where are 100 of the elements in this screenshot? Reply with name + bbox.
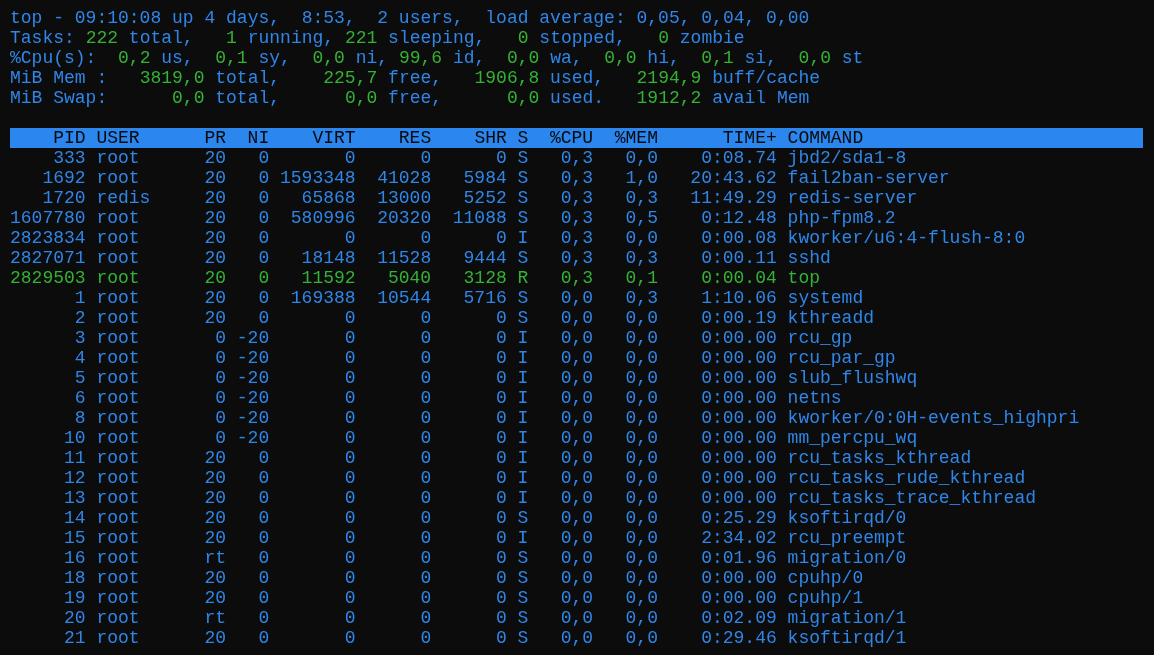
table-cell-text: root [96, 248, 141, 268]
table-cell-text: 0,0 [559, 428, 594, 448]
table-cell-text: 0,0 [559, 468, 594, 488]
table-cell-text: 20 [203, 288, 226, 308]
table-cell-text: 0 [257, 448, 270, 468]
table-cell-text: 0,0 [559, 608, 594, 628]
table-cell-text: 0 [494, 328, 507, 348]
table-cell-text: 18148 [300, 248, 356, 268]
table-cell-text: 0 [419, 568, 432, 588]
table-cell-text: kthreadd [787, 308, 875, 328]
table-cell-text: netns [787, 388, 843, 408]
summary-value: 0,0 [506, 88, 540, 108]
table-cell-text: 0,3 [624, 288, 658, 308]
summary-text: Tasks: [10, 28, 76, 48]
table-cell-text: 0 [343, 388, 356, 408]
table-cell-text: migration/0 [787, 548, 908, 568]
table-cell-text: 0 [494, 388, 507, 408]
table-cell-text: 0 [343, 448, 356, 468]
summary-value: 0,0 [344, 88, 378, 108]
table-cell-text: 0 [343, 348, 356, 368]
table-cell-text: 0 [343, 528, 356, 548]
table-cell-text: root [96, 468, 141, 488]
table-cell-text: 21 [63, 628, 86, 648]
column-header[interactable]: TIME+ [668, 128, 777, 148]
table-cell-text: 0 [257, 188, 270, 208]
table-cell-text: 20 [203, 448, 226, 468]
table-cell-text: root [96, 568, 141, 588]
table-cell-text: 0,3 [559, 188, 594, 208]
table-cell-text: cpuhp/1 [787, 588, 865, 608]
table-cell: I [517, 348, 529, 368]
column-header[interactable]: %MEM [603, 128, 658, 148]
table-cell-text: 0,5 [624, 208, 658, 228]
table-cell-text: 0 [419, 468, 432, 488]
table-cell-text: 0 [257, 568, 270, 588]
table-cell-text: 0:00.04 [700, 268, 777, 288]
table-cell-text: 20 [203, 308, 226, 328]
table-cell-text: 11:49.29 [689, 188, 777, 208]
table-cell-text: migration/1 [787, 608, 908, 628]
table-cell-text: 0,0 [624, 528, 658, 548]
table-cell-text: 0 [343, 508, 356, 528]
table-cell-text: redis-server [787, 188, 919, 208]
table-cell-text: 169388 [289, 288, 356, 308]
table-cell: I [517, 448, 529, 468]
column-header[interactable]: COMMAND [787, 128, 1143, 148]
summary-text: hi, [646, 48, 681, 68]
column-header[interactable]: S [517, 128, 529, 148]
table-cell-text: 0 [494, 308, 507, 328]
column-header[interactable]: USER [96, 128, 183, 148]
table-cell-text: 1:10.06 [700, 288, 777, 308]
table-cell-text: 0:00.00 [700, 368, 777, 388]
table-cell-text: 0:12.48 [700, 208, 777, 228]
table-cell-text: 0 [419, 608, 432, 628]
column-header[interactable]: VIRT [280, 128, 356, 148]
table-cell-text: 20 [203, 248, 226, 268]
table-cell-text: 5040 [386, 268, 432, 288]
table-cell-text: 0 [257, 228, 270, 248]
table-cell-text: 0 [419, 348, 432, 368]
table-cell-text: 0,0 [559, 348, 594, 368]
table-cell-text: 0 [419, 408, 432, 428]
table-cell-text: 0 [214, 408, 226, 428]
table-cell-text: 0,0 [624, 468, 658, 488]
table-cell-text: 0 [494, 408, 507, 428]
table-cell-text: 0:00.00 [700, 348, 777, 368]
table-cell-text: 0:00.00 [700, 588, 777, 608]
table-cell-text: 41028 [376, 168, 432, 188]
table-cell-text: 0,0 [624, 148, 658, 168]
table-cell-text: 9444 [462, 248, 507, 268]
table-cell-text: root [96, 228, 141, 248]
table-cell-text: 0,3 [559, 248, 594, 268]
table-cell-text: 20 [203, 588, 226, 608]
table-cell-text: 0 [419, 548, 432, 568]
table-cell-text: root [96, 348, 141, 368]
summary-text: id, [451, 48, 487, 68]
table-cell-text: 0 [419, 228, 432, 248]
summary-value: 3819,0 [139, 68, 205, 88]
column-header[interactable]: PR [193, 128, 226, 148]
summary-value: 0 [517, 28, 529, 48]
table-cell-text: 12 [63, 468, 86, 488]
column-header[interactable]: RES [366, 128, 432, 148]
column-header[interactable]: %CPU [539, 128, 594, 148]
table-cell: 1607780 [10, 208, 86, 228]
table-cell-text: 0,0 [624, 448, 658, 468]
table-cell: S [517, 148, 529, 168]
column-header[interactable]: SHR [442, 128, 507, 148]
column-header[interactable]: NI [236, 128, 270, 148]
table-cell-text: 10544 [376, 288, 432, 308]
table-cell-text: 0 [214, 368, 226, 388]
table-cell-text: 0 [494, 148, 507, 168]
table-cell-text: 0 [419, 148, 432, 168]
table-cell: -20 [236, 368, 270, 388]
table-cell-text: 20 [203, 228, 226, 248]
column-header[interactable]: PID [10, 128, 86, 148]
table-cell: I [517, 468, 529, 488]
table-cell-text: rcu_gp [787, 328, 854, 348]
table-cell-text: 0 [494, 348, 507, 368]
summary-text: used. [549, 88, 606, 108]
table-cell-text: 0 [419, 388, 432, 408]
table-cell-text: 0,3 [624, 188, 658, 208]
table-cell-text: 0 [419, 308, 432, 328]
table-cell: I [517, 408, 529, 428]
